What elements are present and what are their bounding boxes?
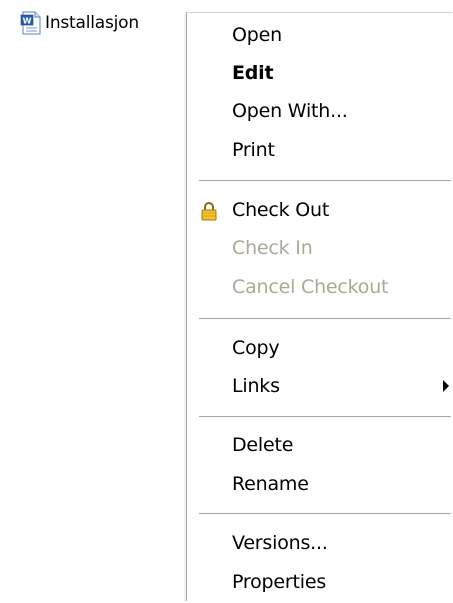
menu-item-label: Cancel Checkout xyxy=(232,276,389,298)
menu-separator xyxy=(199,513,451,514)
menu-item-check-out[interactable]: Check Out xyxy=(187,193,451,227)
menu-item-print[interactable]: Print xyxy=(187,133,451,167)
context-menu: Open Edit Open With... Print Check Out C… xyxy=(186,12,452,601)
menu-item-label: Rename xyxy=(232,473,309,495)
menu-item-label: Check In xyxy=(232,237,313,259)
lock-icon xyxy=(200,201,218,221)
menu-item-rename[interactable]: Rename xyxy=(187,467,451,501)
menu-item-label: Properties xyxy=(232,571,327,593)
menu-item-edit[interactable]: Edit xyxy=(187,56,451,90)
desktop-area: W Installasjon Open Edit Open With... Pr… xyxy=(0,0,453,603)
menu-item-label: Edit xyxy=(232,62,274,84)
menu-item-label: Print xyxy=(232,139,275,161)
menu-item-label: Copy xyxy=(232,337,280,359)
menu-separator xyxy=(199,318,451,319)
menu-item-open-with[interactable]: Open With... xyxy=(187,94,451,128)
menu-separator xyxy=(199,180,451,181)
file-name-label: Installasjon xyxy=(45,13,139,33)
menu-item-label: Check Out xyxy=(232,199,330,221)
menu-item-label: Open xyxy=(232,24,282,46)
menu-item-check-in: Check In xyxy=(187,231,451,265)
chevron-right-icon xyxy=(443,380,449,392)
menu-item-copy[interactable]: Copy xyxy=(187,331,451,365)
menu-item-versions[interactable]: Versions... xyxy=(187,526,451,560)
menu-item-label: Versions... xyxy=(232,532,328,554)
menu-item-properties[interactable]: Properties xyxy=(187,565,451,599)
menu-item-open[interactable]: Open xyxy=(187,18,451,52)
menu-item-label: Delete xyxy=(232,434,294,456)
menu-item-links[interactable]: Links xyxy=(187,369,451,403)
menu-item-cancel-checkout: Cancel Checkout xyxy=(187,270,451,304)
menu-separator xyxy=(199,416,451,417)
word-document-icon: W xyxy=(20,11,42,35)
svg-text:W: W xyxy=(23,17,32,26)
menu-item-label: Open With... xyxy=(232,100,348,122)
menu-item-label: Links xyxy=(232,375,280,397)
file-item[interactable]: W Installasjon xyxy=(20,10,139,36)
menu-item-delete[interactable]: Delete xyxy=(187,428,451,462)
